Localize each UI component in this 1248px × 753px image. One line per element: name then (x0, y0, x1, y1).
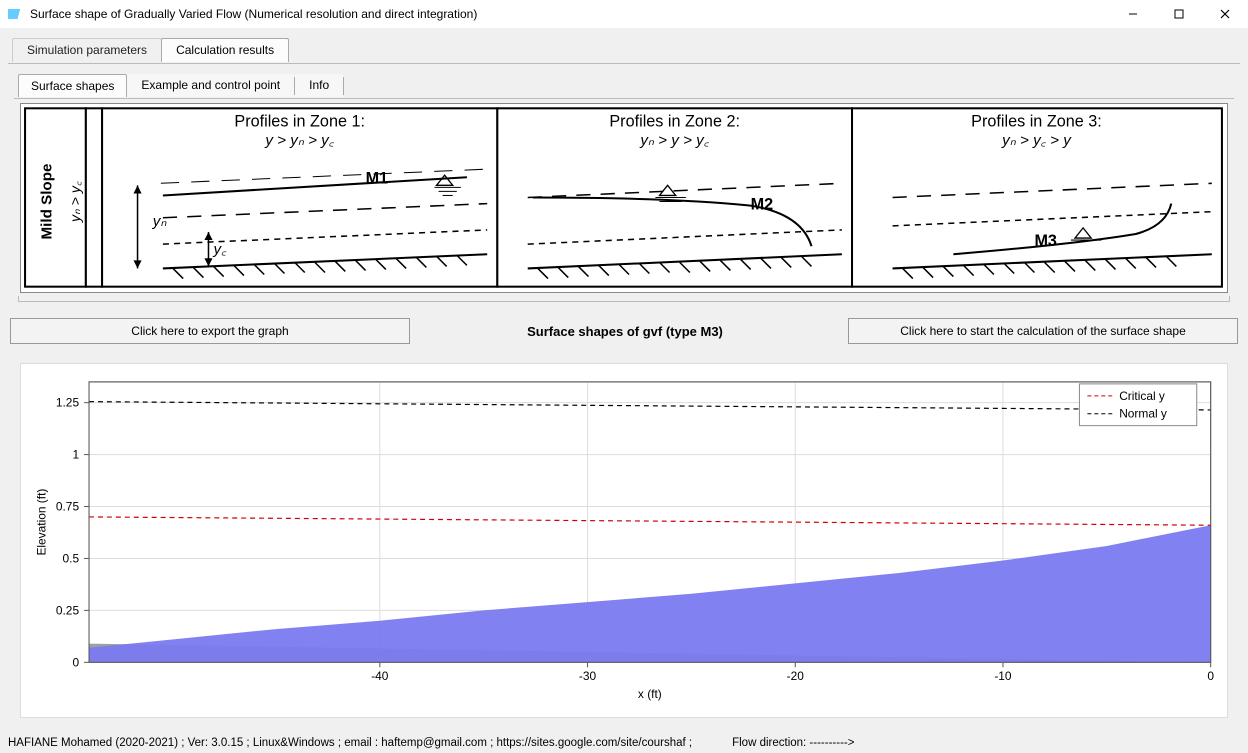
zone1-profile: M1 (366, 169, 389, 187)
svg-text:0: 0 (1207, 669, 1214, 683)
profiles-diagram-panel: Mild Slope yₙ > y꜀ Profiles in Zone 1: y… (20, 103, 1228, 293)
zone2-profile: M2 (751, 196, 774, 214)
diagram-bottom-border (18, 296, 1230, 302)
zone1-title: Profiles in Zone 1: (234, 113, 365, 131)
chart-panel: -40 -30 -20 -10 0 0 0.25 0.5 0.75 1 1.25 x (ft) Elev… (20, 363, 1228, 718)
center-title: Surface shapes of gvf (type M3) (415, 318, 835, 344)
svg-text:-10: -10 (994, 669, 1012, 683)
svg-text:1: 1 (72, 448, 79, 462)
start-calculation-button[interactable]: Click here to start the calculation of t… (848, 318, 1238, 344)
slope-label: Mild Slope (38, 164, 55, 240)
svg-text:-40: -40 (371, 669, 389, 683)
svg-text:0: 0 (72, 655, 79, 669)
chart-svg: -40 -30 -20 -10 0 0 0.25 0.5 0.75 1 1.25 x (ft) Elev… (21, 364, 1227, 717)
svg-text:0.5: 0.5 (63, 551, 80, 565)
sub-tab-row: Surface shapes Example and control point… (18, 74, 344, 97)
minimize-button[interactable] (1110, 0, 1156, 28)
svg-text:Critical y: Critical y (1119, 389, 1165, 403)
svg-text:x (ft): x (ft) (638, 687, 662, 701)
profiles-diagram-svg: Mild Slope yₙ > y꜀ Profiles in Zone 1: y… (21, 104, 1227, 292)
svg-text:-30: -30 (579, 669, 597, 683)
main-tab-row: Simulation parameters Calculation result… (12, 38, 288, 62)
svg-text:0.75: 0.75 (56, 500, 80, 514)
tab-info[interactable]: Info (295, 74, 343, 97)
svg-text:Normal y: Normal y (1119, 407, 1167, 421)
tab-simulation-parameters[interactable]: Simulation parameters (12, 38, 162, 62)
svg-text:-20: -20 (787, 669, 805, 683)
tab-calculation-results[interactable]: Calculation results (161, 38, 289, 62)
svg-text:0.25: 0.25 (56, 603, 80, 617)
tab-example-control-point[interactable]: Example and control point (127, 74, 294, 97)
window-title: Surface shape of Gradually Varied Flow (… (30, 7, 477, 21)
app-icon (8, 6, 24, 22)
sub-tab-baseline (14, 98, 1234, 99)
close-button[interactable] (1202, 0, 1248, 28)
zone3-cond: yₙ > y꜀ > y (1001, 132, 1072, 149)
status-flow: Flow direction: ----------> (732, 737, 854, 749)
zone1-yc: y꜀ (213, 241, 228, 258)
export-graph-button[interactable]: Click here to export the graph (10, 318, 410, 344)
maximize-button[interactable] (1156, 0, 1202, 28)
slope-cond: yₙ > y꜀ (68, 181, 84, 223)
zone2-cond: yₙ > y > y꜀ (639, 132, 709, 149)
zone1-cond: y > yₙ > y꜀ (264, 132, 334, 149)
zone3-title: Profiles in Zone 3: (971, 113, 1102, 131)
status-author: HAFIANE Mohamed (2020-2021) ; Ver: 3.0.1… (8, 737, 692, 749)
zone3-profile: M3 (1034, 232, 1057, 250)
tab-surface-shapes[interactable]: Surface shapes (18, 74, 127, 97)
svg-text:1.25: 1.25 (56, 396, 80, 410)
status-bar: HAFIANE Mohamed (2020-2021) ; Ver: 3.0.1… (8, 733, 1240, 753)
zone1-yn: yₙ (152, 213, 168, 230)
client-area: Simulation parameters Calculation result… (0, 28, 1248, 753)
title-bar: Surface shape of Gradually Varied Flow (… (0, 0, 1248, 28)
main-tab-baseline (8, 63, 1240, 64)
svg-text:Elevation (ft): Elevation (ft) (34, 489, 48, 556)
zone2-title: Profiles in Zone 2: (609, 113, 740, 131)
